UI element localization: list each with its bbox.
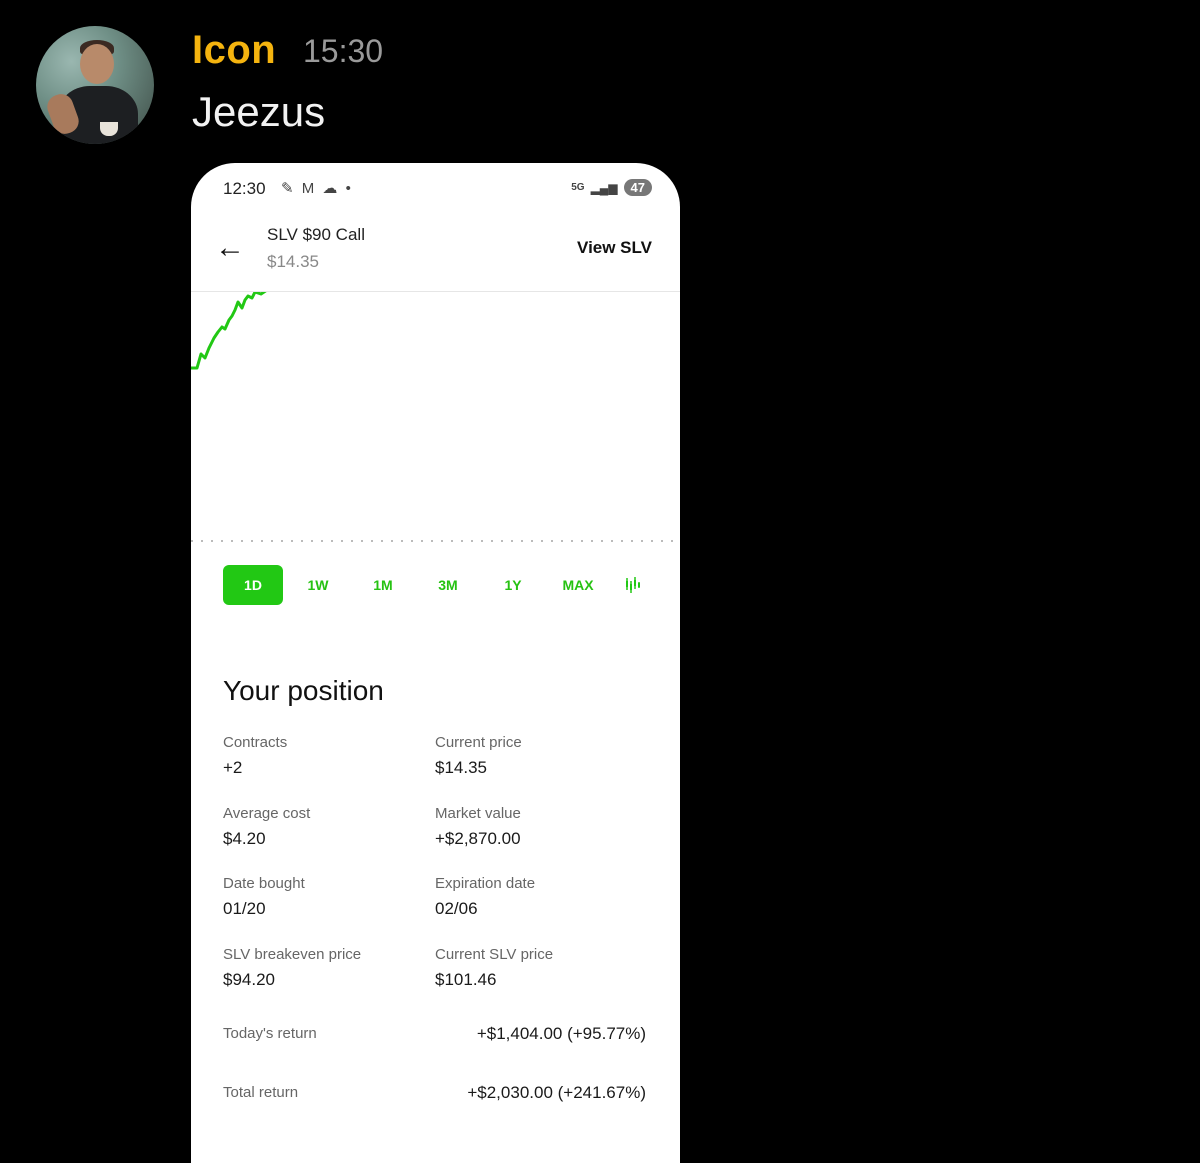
breakeven-label: SLV breakeven price (223, 946, 362, 963)
total-return-label: Total return (223, 1084, 299, 1101)
average-cost-label: Average cost (223, 805, 311, 822)
range-1d[interactable]: 1D (223, 565, 283, 605)
todays-return-value: +$1,404.00 (+95.77%) (476, 1024, 646, 1043)
avatar-head (80, 44, 114, 84)
range-max[interactable]: MAX (548, 565, 608, 605)
total-return-value: +$2,030.00 (+241.67%) (467, 1083, 646, 1102)
range-1m[interactable]: 1M (353, 565, 413, 605)
view-slv-button[interactable]: View SLV (577, 238, 652, 258)
expiration-date-label: Expiration date (435, 875, 536, 892)
status-right-icons: 5G ▂▄▆ 47 (571, 179, 652, 196)
network-icon: 5G (571, 181, 585, 193)
back-arrow-icon[interactable]: ← (215, 233, 245, 263)
option-title: SLV $90 Call (267, 225, 365, 244)
current-price-value: $14.35 (435, 758, 487, 777)
option-price: $14.35 (267, 252, 319, 271)
current-slv-price-label: Current SLV price (435, 946, 554, 963)
average-cost-value: $4.20 (223, 829, 266, 848)
avatar-cup (100, 122, 118, 136)
attached-screenshot[interactable]: 12:30 ✎ M ☁ • 5G ▂▄▆ 47 ← SLV $90 Call $… (191, 163, 680, 1163)
notification-icons: ✎ M ☁ • (281, 180, 353, 197)
market-value-value: +$2,870.00 (435, 829, 521, 848)
price-chart[interactable] (191, 292, 680, 552)
expiration-date-value: 02/06 (435, 899, 478, 918)
current-slv-price-value: $101.46 (435, 970, 497, 989)
status-time: 12:30 (223, 179, 266, 198)
candlestick-icon[interactable] (623, 565, 643, 605)
date-bought-value: 01/20 (223, 899, 266, 918)
contracts-value: +2 (223, 758, 243, 777)
time-range-selector: 1D 1W 1M 3M 1Y MAX (223, 565, 653, 605)
market-value-label: Market value (435, 805, 521, 822)
todays-return-label: Today's return (223, 1025, 317, 1042)
message-author[interactable]: Icon (192, 28, 276, 73)
contracts-label: Contracts (223, 734, 288, 751)
avatar[interactable] (36, 26, 154, 144)
current-price-label: Current price (435, 734, 522, 751)
breakeven-value: $94.20 (223, 970, 275, 989)
range-1w[interactable]: 1W (288, 565, 348, 605)
price-line (191, 292, 267, 370)
date-bought-label: Date bought (223, 875, 305, 892)
message-timestamp: 15:30 (303, 33, 384, 69)
range-3m[interactable]: 3M (418, 565, 478, 605)
battery-icon: 47 (623, 179, 652, 196)
range-1y[interactable]: 1Y (483, 565, 543, 605)
message-text: Jeezus (192, 88, 326, 135)
signal-icon: ▂▄▆ (590, 180, 618, 195)
position-title: Your position (223, 675, 384, 706)
